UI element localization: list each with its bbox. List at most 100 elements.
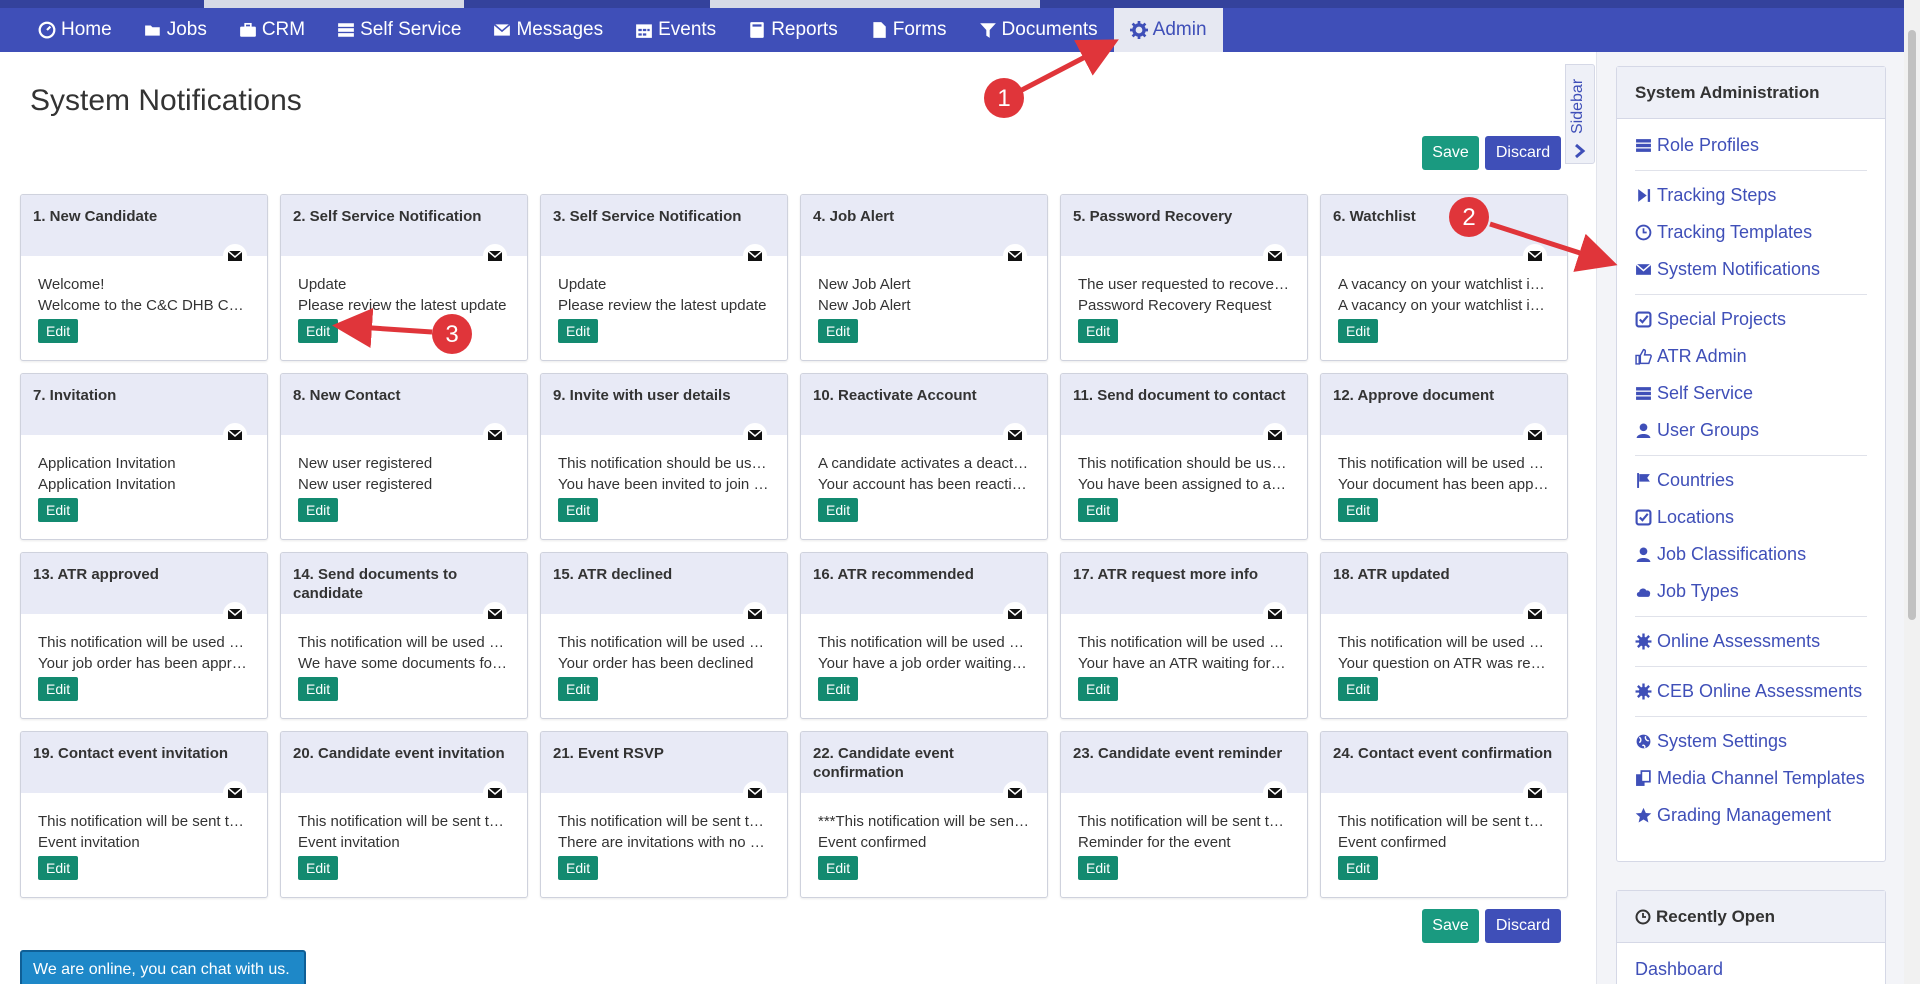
- card-mail-badge: [1523, 781, 1547, 805]
- menu-item-grading-management[interactable]: Grading Management: [1617, 797, 1885, 834]
- edit-button[interactable]: Edit: [1338, 677, 1379, 701]
- edit-button[interactable]: Edit: [38, 319, 79, 343]
- menu-item-label: Job Types: [1657, 581, 1739, 601]
- edit-button[interactable]: Edit: [558, 498, 599, 522]
- menu-item-locations[interactable]: Locations: [1617, 499, 1885, 536]
- edit-button[interactable]: Edit: [1338, 856, 1379, 880]
- menu-item-ceb-online-assessments[interactable]: CEB Online Assessments: [1617, 673, 1885, 710]
- nav-label: Events: [658, 19, 717, 40]
- nav-admin[interactable]: Admin: [1113, 8, 1223, 52]
- card-mail-badge: [743, 423, 767, 447]
- save-button-bottom[interactable]: Save: [1422, 909, 1479, 943]
- menu-item-job-types[interactable]: Job Types: [1617, 573, 1885, 610]
- edit-button[interactable]: Edit: [298, 856, 339, 880]
- card-subject: Your have an ATR waiting for you: [1078, 655, 1289, 672]
- edit-button[interactable]: Edit: [1338, 319, 1379, 343]
- recent-item-dashboard[interactable]: Dashboard: [1617, 943, 1885, 980]
- edit-button[interactable]: Edit: [818, 498, 859, 522]
- discard-button-top[interactable]: Discard: [1485, 136, 1561, 170]
- notification-card: 17. ATR request more info This notificati…: [1060, 552, 1308, 719]
- page-title: System Notifications: [30, 84, 302, 117]
- card-mail-badge: [743, 602, 767, 626]
- menu-item-tracking-templates[interactable]: Tracking Templates: [1617, 214, 1885, 251]
- card-description: New user registered: [298, 455, 433, 472]
- admin-menu: Role Profiles Tracking Steps Tracking Temp…: [1617, 119, 1885, 834]
- edit-button[interactable]: Edit: [38, 856, 79, 880]
- menu-item-self-service[interactable]: Self Service: [1617, 375, 1885, 412]
- edit-button[interactable]: Edit: [298, 498, 339, 522]
- recently-open-panel: Recently Open Dashboard: [1616, 890, 1886, 984]
- menu-item-user-groups[interactable]: User Groups: [1617, 412, 1885, 449]
- server-icon: [338, 23, 354, 37]
- menu-item-system-notifications[interactable]: System Notifications: [1617, 251, 1885, 288]
- card-description: This notification will be used when: [1338, 634, 1549, 651]
- menu-item-countries[interactable]: Countries: [1617, 462, 1885, 499]
- nav-self-service[interactable]: Self Service: [321, 8, 477, 52]
- edit-button[interactable]: Edit: [818, 677, 859, 701]
- menu-item-tracking-steps[interactable]: Tracking Steps: [1617, 177, 1885, 214]
- discard-button-bottom[interactable]: Discard: [1485, 909, 1561, 943]
- sidebar-toggle-tab[interactable]: Sidebar: [1565, 64, 1595, 164]
- card-subject: Your document has been approved: [1338, 476, 1549, 493]
- menu-item-label: Job Classifications: [1657, 544, 1807, 564]
- gear-icon: [1129, 21, 1148, 39]
- card-subject: Your have a job order waiting for you: [818, 655, 1029, 672]
- save-button-top[interactable]: Save: [1422, 136, 1479, 170]
- nav-jobs[interactable]: Jobs: [128, 8, 223, 52]
- card-description: Application Invitation: [38, 455, 176, 472]
- annotation-number-1: 1: [997, 85, 1010, 112]
- edit-button[interactable]: Edit: [298, 319, 339, 343]
- nav-reports[interactable]: Reports: [732, 8, 854, 52]
- annotation-badge-1: [984, 78, 1024, 118]
- cloud-icon: [1636, 588, 1651, 597]
- notification-card: 5. Password Recovery The user requested t…: [1060, 194, 1308, 361]
- edit-button[interactable]: Edit: [38, 498, 79, 522]
- nav-label: Messages: [516, 19, 604, 40]
- edit-button[interactable]: Edit: [818, 319, 859, 343]
- edit-button[interactable]: Edit: [1078, 856, 1119, 880]
- card-mail-badge: [223, 423, 247, 447]
- card-subject: Welcome to the C&C DHB Career Portal: [38, 297, 249, 314]
- nav-home[interactable]: Home: [22, 8, 128, 52]
- card-description: New Job Alert: [818, 276, 911, 293]
- card-mail-badge: [1263, 781, 1287, 805]
- edit-button[interactable]: Edit: [558, 677, 599, 701]
- menu-item-system-settings[interactable]: System Settings: [1617, 723, 1885, 760]
- nav-forms[interactable]: Forms: [854, 8, 963, 52]
- edit-button[interactable]: Edit: [38, 677, 79, 701]
- nav-crm[interactable]: CRM: [223, 8, 321, 52]
- chat-bar[interactable]: We are online, you can chat with us.: [20, 950, 306, 984]
- menu-item-special-projects[interactable]: Special Projects: [1617, 301, 1885, 338]
- edit-button[interactable]: Edit: [1078, 498, 1119, 522]
- menu-item-online-assessments[interactable]: Online Assessments: [1617, 623, 1885, 660]
- card-mail-badge: [1263, 244, 1287, 268]
- edit-button[interactable]: Edit: [298, 677, 339, 701]
- card-description: This notification should be used when: [558, 455, 769, 472]
- edit-button[interactable]: Edit: [818, 856, 859, 880]
- edit-button[interactable]: Edit: [1078, 319, 1119, 343]
- menu-item-job-classifications[interactable]: Job Classifications: [1617, 536, 1885, 573]
- nav-messages[interactable]: Messages: [477, 8, 619, 52]
- nav-documents[interactable]: Documents: [963, 8, 1114, 52]
- menu-item-label: Grading Management: [1657, 805, 1832, 825]
- card-subject: Event confirmed: [1338, 834, 1447, 851]
- menu-item-role-profiles[interactable]: Role Profiles: [1617, 127, 1885, 164]
- edit-button[interactable]: Edit: [558, 319, 599, 343]
- notification-card: 1. New Candidate Welcome! Welcome to the C…: [20, 194, 268, 361]
- file-icon: [873, 22, 886, 38]
- edit-button[interactable]: Edit: [1078, 677, 1119, 701]
- scrollbar-thumb[interactable]: [1908, 30, 1916, 620]
- copy-icon: [1636, 770, 1651, 786]
- step-forward-icon: [1638, 189, 1651, 202]
- thumbs-up-icon: [1635, 348, 1652, 365]
- page-scrollbar[interactable]: [1904, 0, 1920, 984]
- edit-button[interactable]: Edit: [558, 856, 599, 880]
- nav-events[interactable]: Events: [619, 8, 732, 52]
- globe-icon: [1636, 734, 1651, 749]
- check-square-icon: [1635, 311, 1652, 328]
- edit-button[interactable]: Edit: [1338, 498, 1379, 522]
- menu-item-media-channel-templates[interactable]: Media Channel Templates: [1617, 760, 1885, 797]
- menu-item-atr-admin[interactable]: ATR Admin: [1617, 338, 1885, 375]
- menu-divider: [1635, 170, 1867, 171]
- mail-small-icon: [1267, 250, 1283, 261]
